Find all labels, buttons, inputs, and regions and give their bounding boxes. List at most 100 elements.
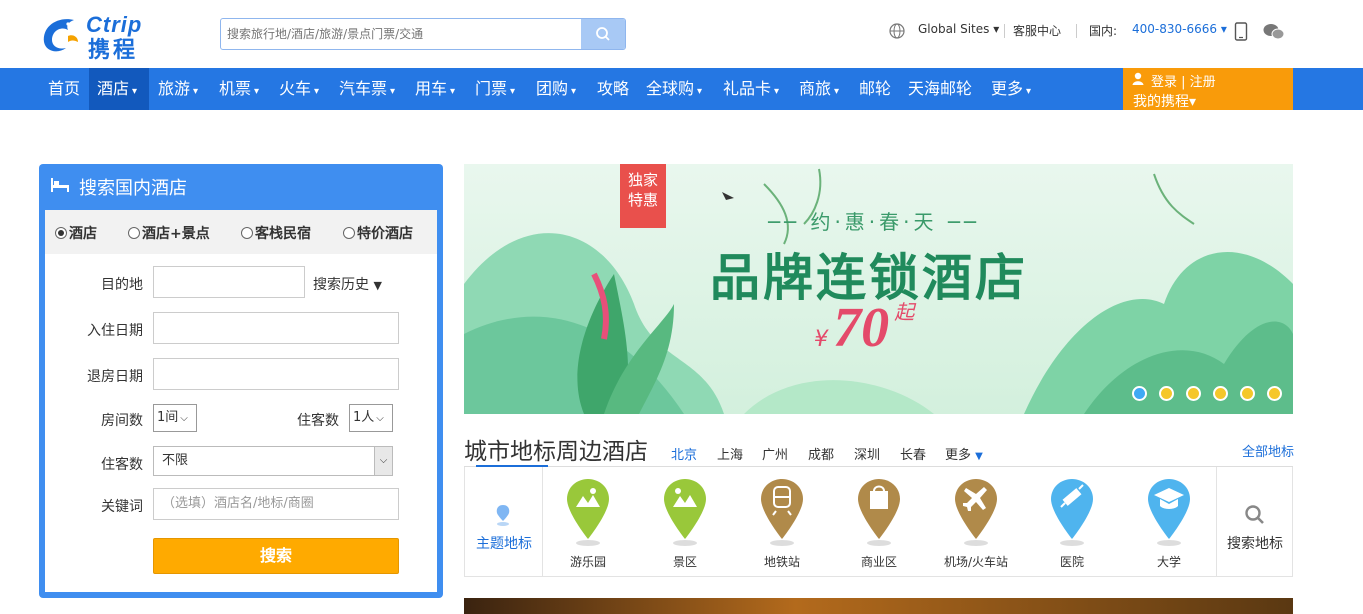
city-tab-chengdu[interactable]: 成都	[808, 444, 834, 463]
login-register-link[interactable]: 登录 | 注册	[1151, 71, 1216, 90]
search-history-dropdown[interactable]: 搜索历史 ▼	[313, 274, 382, 294]
city-tab-guangzhou[interactable]: 广州	[762, 444, 788, 463]
nav-guides[interactable]: 攻略	[597, 68, 629, 110]
theme-landmarks[interactable]: 主题地标	[465, 467, 543, 576]
location-pin-icon	[496, 505, 510, 526]
carousel-dot[interactable]	[1159, 386, 1174, 401]
search-landmark[interactable]: 搜索地标	[1216, 467, 1292, 576]
nav-hotel[interactable]: 酒店 ▾	[89, 68, 149, 110]
checkin-input[interactable]	[153, 312, 399, 344]
poi-university[interactable]: 大学	[1124, 477, 1214, 573]
chevron-down-icon: ▾	[571, 86, 577, 97]
nav-business[interactable]: 商旅 ▾	[799, 68, 839, 110]
radio-icon	[343, 227, 355, 239]
chevron-down-icon: ⌵	[376, 413, 384, 424]
promo-banner[interactable]: 独家 特惠 ── 约·惠·春·天 ── 品牌连锁酒店 ¥ 70 起	[464, 164, 1293, 414]
chevron-down-icon: ▾	[390, 86, 396, 97]
theme-landmarks-label: 主题地标	[476, 536, 532, 552]
poi-label: 地铁站	[763, 555, 800, 569]
nav-bus[interactable]: 汽车票 ▾	[339, 68, 395, 110]
user-icon	[1132, 72, 1144, 85]
poi-subway[interactable]: 地铁站	[737, 477, 827, 573]
city-tab-more[interactable]: 更多 ▼	[945, 444, 983, 463]
carousel-dot[interactable]	[1186, 386, 1201, 401]
global-sites-link[interactable]: Global Sites ▾	[918, 22, 999, 36]
domestic-label: 国内:	[1089, 24, 1118, 38]
checkout-input[interactable]	[153, 358, 399, 390]
chevron-down-icon: ▾	[834, 86, 840, 97]
hotel-search-panel: 搜索国内酒店 酒店 酒店+景点 客栈民宿 特价酒店 目的地 搜索历史 ▼ 入住日…	[39, 164, 443, 598]
nav-flights[interactable]: 机票 ▾	[219, 68, 259, 110]
promo-image-strip[interactable]	[464, 598, 1293, 614]
banner-price: ¥ 70 起	[814, 297, 915, 359]
globe-icon	[889, 23, 905, 39]
chevron-down-icon: ▾	[697, 86, 703, 97]
my-ctrip-link[interactable]: 我的携程▾	[1133, 91, 1196, 111]
graduation-cap-icon	[1148, 479, 1190, 546]
bed-icon	[51, 178, 69, 192]
carousel-dot[interactable]	[1240, 386, 1255, 401]
mobile-icon[interactable]	[1234, 22, 1248, 42]
guests-label: 住客数	[297, 413, 339, 429]
poi-label: 医院	[1059, 555, 1084, 569]
header: Ctrip 携程 Global Sites ▾ 客服中心 国内: 400-830…	[0, 0, 1363, 68]
radio-icon	[128, 227, 140, 239]
guests-select[interactable]: 1人 ⌵	[349, 404, 393, 432]
all-landmarks-link[interactable]: 全部地标	[1242, 441, 1294, 460]
destination-input[interactable]	[153, 266, 305, 298]
type-discount[interactable]: 特价酒店	[343, 223, 413, 243]
nav-more[interactable]: 更多 ▾	[991, 68, 1031, 110]
divider	[1004, 24, 1005, 38]
nav-global-shop[interactable]: 全球购 ▾	[646, 68, 702, 110]
destination-label: 目的地	[101, 277, 143, 293]
chevron-down-icon: ▾	[774, 86, 780, 97]
nav-train[interactable]: 火车 ▾	[279, 68, 319, 110]
nav-cruise[interactable]: 邮轮	[859, 68, 891, 110]
carousel-dot[interactable]	[1132, 386, 1147, 401]
subway-icon	[761, 479, 803, 546]
rooms-select[interactable]: 1间 ⌵	[153, 404, 197, 432]
global-search-button[interactable]	[581, 19, 625, 49]
city-tab-shanghai[interactable]: 上海	[717, 444, 743, 463]
nav-travel[interactable]: 旅游 ▾	[158, 68, 198, 110]
chevron-down-icon: ⌵	[374, 447, 392, 475]
checkin-label: 入住日期	[87, 323, 143, 339]
carousel-dot[interactable]	[1213, 386, 1228, 401]
nav-group-buy[interactable]: 团购 ▾	[536, 68, 576, 110]
chevron-down-icon: ▾	[510, 86, 516, 97]
landmarks-title: 城市地标周边酒店	[464, 439, 648, 465]
nav-car[interactable]: 用车 ▾	[415, 68, 455, 110]
poi-scenic[interactable]: 景区	[640, 477, 730, 573]
type-hotel-scenic[interactable]: 酒店+景点	[128, 223, 210, 243]
type-inn[interactable]: 客栈民宿	[241, 223, 311, 243]
nav-home[interactable]: 首页	[38, 68, 90, 110]
poi-hospital[interactable]: 医院	[1027, 477, 1117, 573]
keyword-input[interactable]: （选填）酒店名/地标/商圈	[153, 488, 399, 520]
poi-amusement-park[interactable]: 游乐园	[543, 477, 633, 573]
shopping-bag-icon	[858, 479, 900, 546]
customer-service-link[interactable]: 客服中心	[1013, 22, 1061, 39]
ctrip-logo[interactable]: Ctrip 携程	[38, 10, 168, 63]
city-tab-changchun[interactable]: 长春	[900, 444, 926, 463]
guest-type-select[interactable]: 不限 ⌵	[153, 446, 393, 476]
search-icon	[1245, 505, 1264, 524]
chevron-down-icon: ▾	[314, 86, 320, 97]
hotline-number[interactable]: 400-830-6666 ▾	[1132, 22, 1227, 36]
divider	[1076, 24, 1077, 38]
guest-type-label: 住客数	[101, 457, 143, 473]
hotel-search-button[interactable]: 搜索	[153, 538, 399, 574]
nav-tickets[interactable]: 门票 ▾	[475, 68, 515, 110]
city-tab-beijing[interactable]: 北京	[671, 444, 697, 463]
city-tab-shenzhen[interactable]: 深圳	[854, 444, 880, 463]
caret-down-icon: ▼	[975, 451, 983, 462]
poi-business-district[interactable]: 商业区	[834, 477, 924, 573]
nav-skysea-cruise[interactable]: 天海邮轮	[908, 68, 972, 110]
radio-checked-icon	[55, 227, 67, 239]
radio-icon	[241, 227, 253, 239]
poi-airport-station[interactable]: 机场/火车站	[931, 477, 1021, 573]
carousel-dot[interactable]	[1267, 386, 1282, 401]
nav-gift-card[interactable]: 礼品卡 ▾	[723, 68, 779, 110]
wechat-icon[interactable]	[1262, 22, 1286, 42]
global-search-input[interactable]	[221, 19, 581, 49]
type-hotel[interactable]: 酒店	[55, 223, 97, 243]
